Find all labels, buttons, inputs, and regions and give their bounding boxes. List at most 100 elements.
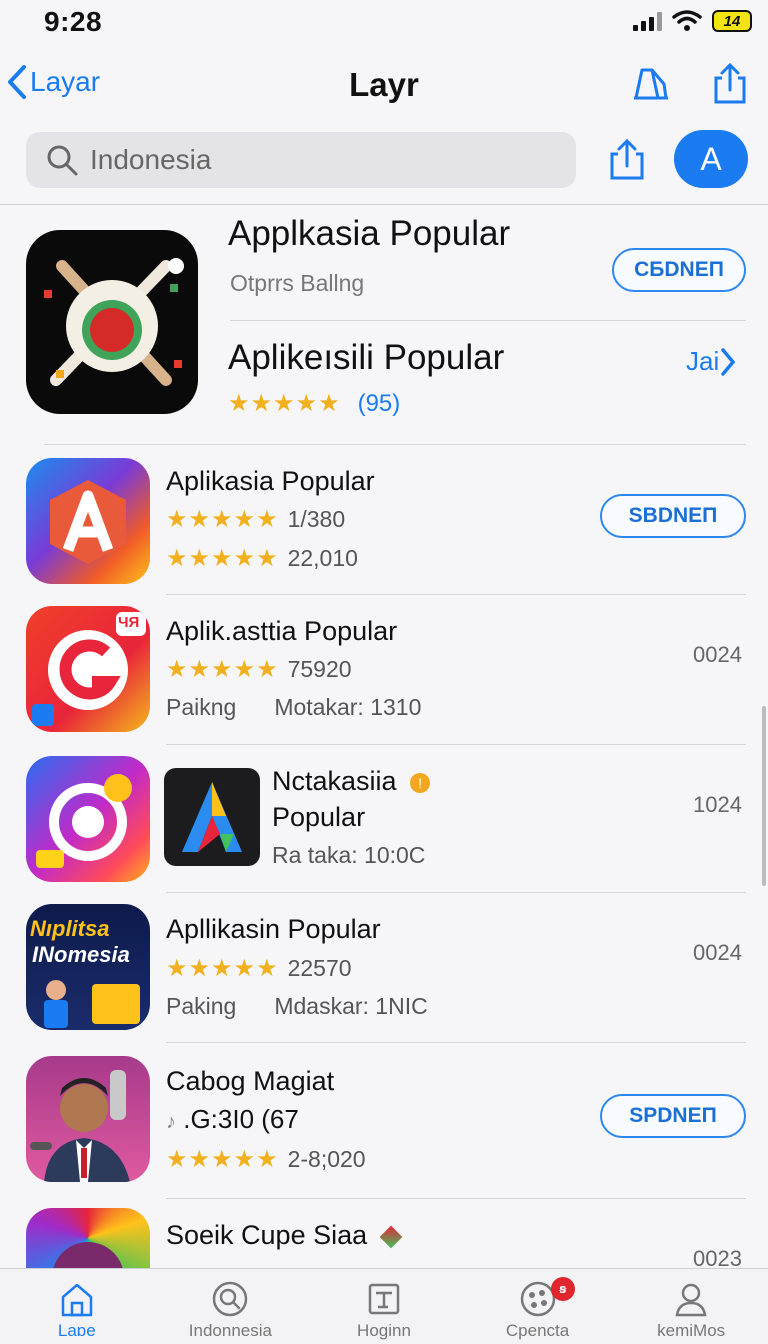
cellular-signal-icon: [633, 11, 662, 31]
app-rating-line: ★ ★ ★ ★ ★ 22570: [166, 955, 352, 982]
tab-label: Hoginn: [357, 1321, 411, 1340]
rating-count: 2-8;020: [287, 1146, 366, 1172]
tab-label: Cpencta: [505, 1321, 570, 1340]
app-meta-line: Paking Mdaskar: 1NIC: [166, 993, 428, 1020]
star-rating-icon: ★ ★ ★ ★ ★: [228, 390, 340, 417]
app-number: 1024: [693, 792, 742, 817]
app-icon[interactable]: [26, 458, 150, 584]
app-icon[interactable]: [26, 1056, 150, 1182]
app-title: Aplik.asttia Popular: [166, 616, 398, 646]
featured-title: Applkasia Popular: [228, 214, 511, 253]
featured-divider: [230, 320, 746, 321]
share-icon[interactable]: [604, 136, 650, 182]
account-avatar-button[interactable]: A: [674, 130, 748, 188]
search-icon: [47, 145, 78, 176]
rating-count: (95): [357, 390, 401, 417]
app-meta-line: Paikng Motakar: 1310: [166, 694, 421, 721]
app-meta-label: Paikng: [166, 694, 237, 720]
rating-count: 1/380: [287, 506, 346, 532]
tab-search[interactable]: Indonnesia: [154, 1269, 308, 1344]
featured-app-icon[interactable]: [26, 230, 198, 414]
letter-a-logo-icon: [50, 480, 126, 564]
notification-badge: ꞩ: [550, 1277, 575, 1301]
tab-login[interactable]: Hoginn: [307, 1269, 461, 1344]
download-count: 22,010: [287, 545, 358, 571]
search-icon: [213, 1281, 248, 1317]
app-badge: ЧЯ: [118, 614, 140, 631]
person-icon: [675, 1283, 707, 1317]
featured-subtitle: Otprrs Ballng: [230, 270, 365, 296]
rating-count: 22570: [287, 955, 352, 981]
bookmark-icon[interactable]: [628, 62, 672, 106]
app-downloads-line: ★ ★ ★ ★ ★ 22,010: [166, 545, 358, 572]
search-input[interactable]: [90, 144, 550, 176]
search-bar[interactable]: [26, 132, 576, 188]
wifi-icon: [672, 10, 702, 31]
tab-label: Laɒe: [57, 1321, 96, 1340]
app-number: 0024: [693, 940, 742, 965]
person-portrait-icon: [30, 1070, 130, 1182]
app-icon[interactable]: Nıplitsa INomesia: [26, 904, 150, 1030]
app-rating-line: ★ ★ ★ ★ ★ 75920: [166, 656, 352, 683]
get-button[interactable]: SPDNEΠ: [600, 1094, 746, 1138]
rating-count: 75920: [287, 656, 352, 682]
game-logo-icon: [44, 258, 184, 386]
featured-title-2: Aplikeısili Popular: [228, 338, 505, 377]
app-icon-secondary[interactable]: [164, 768, 260, 866]
status-icons: 14: [633, 10, 752, 32]
see-all-label: Jai: [686, 346, 720, 376]
tab-label: Indonnesia: [188, 1321, 272, 1340]
row-divider: [166, 594, 746, 595]
app-subtitle: ♪ .G:3I0 (67: [166, 1104, 299, 1135]
share-icon[interactable]: [708, 62, 752, 106]
app-title: Aplikasia Popular: [166, 466, 375, 496]
battery-icon: 14: [712, 10, 752, 32]
star-rating-icon: ★ ★ ★ ★ ★: [166, 505, 278, 533]
header-divider: [0, 204, 768, 205]
chevron-right-icon: [721, 347, 736, 376]
scrollbar[interactable]: [762, 706, 766, 886]
app-meta-value: Motakar: 1310: [274, 694, 422, 720]
row-divider: [44, 444, 746, 445]
star-rating-icon: ★ ★ ★ ★ ★: [166, 544, 278, 572]
get-button[interactable]: CБDNEΠ: [612, 248, 746, 292]
app-meta-value: Mdaskar: 1NIC: [274, 993, 428, 1019]
get-button[interactable]: SBDNEΠ: [600, 494, 746, 538]
app-icon-text: INomesia: [32, 942, 130, 967]
star-rating-icon: ★ ★ ★ ★ ★: [166, 954, 278, 982]
app-icon-text: Nıplitsa: [30, 916, 110, 941]
app-meta-label: Paking: [166, 993, 237, 1019]
camera-logo-icon: [36, 774, 132, 868]
tab-games[interactable]: Cpencta ꞩ: [461, 1269, 615, 1344]
navigation-bar: Layar Layr: [0, 52, 768, 116]
tab-bar: Laɒe Indonnesia Hoginn Cpencta ꞩ kemiMos: [0, 1268, 768, 1344]
tab-home[interactable]: Laɒe: [0, 1269, 154, 1344]
app-icon[interactable]: ЧЯ: [26, 606, 150, 732]
app-rating-line: ★ ★ ★ ★ ★ 1/380: [166, 506, 345, 533]
app-icon[interactable]: [26, 756, 150, 882]
app-icon[interactable]: [26, 1208, 150, 1268]
row-divider: [166, 1042, 746, 1043]
app-number: 0024: [693, 642, 742, 667]
star-rating-icon: ★ ★ ★ ★ ★: [166, 655, 278, 683]
tab-profile[interactable]: kemiMos: [614, 1269, 768, 1344]
app-title: Apllikasin Popular: [166, 914, 381, 944]
row-divider: [166, 892, 746, 893]
app-version: .G:3I0 (67: [183, 1104, 299, 1134]
row-divider: [166, 744, 746, 745]
app-title: Nctakasiia !: [272, 766, 431, 797]
person-figure-icon: [44, 980, 140, 1028]
home-icon: [61, 1283, 93, 1317]
app-meta-line: Ra taka: 10:0C: [272, 842, 426, 868]
warning-icon: !: [410, 772, 431, 793]
star-rating-icon: ★ ★ ★ ★ ★: [166, 1145, 278, 1173]
microphone-icon: ♪: [166, 1111, 176, 1133]
app-rating-line: ★ ★ ★ ★ ★ 2-8;020: [166, 1146, 366, 1173]
apps-box-icon: [368, 1283, 400, 1315]
letter-a-logo-icon: [182, 782, 242, 852]
app-title: Soeik Cupe Siaa: [166, 1220, 402, 1251]
featured-rating: ★ ★ ★ ★ ★ (95): [228, 390, 400, 418]
status-bar: 9:28 14: [0, 0, 768, 48]
tab-label: kemiMos: [657, 1321, 726, 1340]
see-all-link[interactable]: Jai: [686, 346, 737, 377]
